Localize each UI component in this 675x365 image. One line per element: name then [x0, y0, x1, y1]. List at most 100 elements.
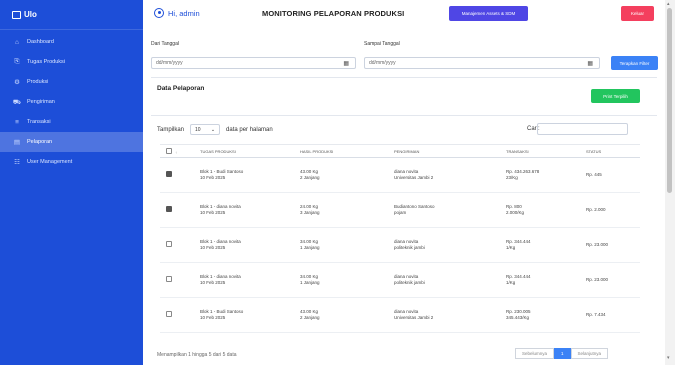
task-icon: ⎘: [14, 58, 20, 65]
brand-name: Ulo: [24, 10, 37, 19]
table-row: Blok 1 - diana novita 10 Feb 2025 34.00 K…: [160, 262, 640, 298]
transaction-cell: Rp. 800 2.000/Kg: [500, 192, 580, 228]
status-value: Rp. 23.000: [586, 277, 609, 283]
topbar: Hi, admin MONITORING PELAPORAN PRODUKSI …: [143, 0, 665, 28]
row-select-cell: [160, 227, 194, 263]
from-date-input[interactable]: dd/mm/yyyy ▦: [151, 57, 356, 69]
apply-filter-button[interactable]: Terapkan Filter: [611, 56, 658, 70]
assets-sdm-button[interactable]: Manajemen Assets & SDM: [449, 6, 528, 21]
task-cell: Blok 1 - Budi Santoso 10 Feb 2025: [194, 157, 294, 193]
result-cell: 24.00 Kg 3 Janjang: [294, 192, 388, 228]
scroll-up-icon[interactable]: ▴: [667, 1, 670, 7]
report-table: ↑ TUGAS PRODUKSI HASIL PRODUKSI PENGIRIM…: [160, 144, 640, 333]
sidebar-item-label: Pengiriman: [27, 99, 55, 105]
status-cell: Rp. 23.000: [580, 227, 640, 263]
greeting-text: Hi, admin: [168, 8, 200, 18]
task-date: 10 Feb 2025: [200, 280, 226, 285]
row-select-cell: [160, 262, 194, 298]
logout-button[interactable]: Keluar: [621, 6, 654, 21]
table-row: Blok 1 - Budi Santoso 10 Feb 2025 43.00 K…: [160, 157, 640, 193]
status-cell: Rp. 2.000: [580, 192, 640, 228]
table-row: Blok 1 - diana novita 10 Feb 2025 24.00 K…: [160, 192, 640, 228]
result-cell: 43.00 Kg 2 Janjang: [294, 157, 388, 193]
sidebar-item-label: Tugas Produksi: [27, 59, 66, 65]
per-page-label: data per halaman: [226, 126, 273, 133]
chevron-down-icon: ⌄: [210, 126, 216, 133]
shipment-destination: pojam: [394, 210, 407, 215]
report-icon: ▤: [13, 139, 21, 146]
row-checkbox[interactable]: [166, 311, 172, 318]
col-header-label: STATUS: [586, 148, 602, 154]
pagination: Sebelumnya 1 Selanjutnya: [515, 348, 609, 359]
divider: [151, 77, 657, 78]
shipment-destination: politeknik jambi: [394, 280, 425, 285]
user-icon: [154, 8, 164, 18]
row-select-cell: [160, 297, 194, 333]
col-header-status[interactable]: STATUS: [580, 144, 640, 158]
sidebar-item-pelaporan[interactable]: ▤ Pelaporan: [0, 132, 143, 152]
transaction-rate: 345.443/Kg: [506, 315, 530, 320]
row-checkbox[interactable]: [166, 171, 172, 178]
task-cell: Blok 1 - diana novita 10 Feb 2025: [194, 262, 294, 298]
sidebar-item-user-management[interactable]: ☷ User Management: [0, 152, 143, 172]
print-selected-button[interactable]: Print Terpilih: [591, 89, 640, 103]
col-header-label: PENGIRIMAN: [394, 148, 420, 154]
transaction-cell: Rp. 434.263.678 23/Kg: [500, 157, 580, 193]
col-header-label: HASIL PRODUKSI: [300, 148, 334, 154]
result-bunches: 2 Janjang: [300, 315, 320, 320]
sort-icon: ↑: [175, 149, 178, 155]
from-date-placeholder: dd/mm/yyyy: [156, 60, 183, 66]
shipment-destination: Universitas Jambi 2: [394, 315, 434, 320]
from-date-label: Dari Tanggal: [151, 41, 179, 47]
row-checkbox[interactable]: [166, 241, 172, 248]
col-header-result[interactable]: HASIL PRODUKSI: [294, 144, 388, 158]
task-date: 10 Feb 2025: [200, 175, 226, 180]
result-bunches: 3 Janjang: [300, 210, 320, 215]
shipment-cell: diana novita Universitas Jambi 2: [388, 157, 500, 193]
transaction-cell: Rp. 344.444 1/Kg: [500, 227, 580, 263]
table-header-row: ↑ TUGAS PRODUKSI HASIL PRODUKSI PENGIRIM…: [160, 144, 640, 158]
user-greeting[interactable]: Hi, admin: [154, 8, 200, 18]
brand[interactable]: Ulo: [0, 0, 143, 30]
scroll-down-icon[interactable]: ▾: [667, 355, 670, 361]
dashboard-icon: ⌂: [15, 38, 19, 46]
page-length-control: Tampilkan 10 ⌄ data per halaman: [157, 124, 273, 135]
shipment-cell: diana novita Universitas Jambi 2: [388, 297, 500, 333]
select-all-checkbox[interactable]: [166, 147, 172, 154]
sidebar-item-label: Transaksi: [27, 119, 51, 125]
transaction-rate: 1/Kg: [506, 245, 516, 250]
sidebar: Ulo ⌂ Dashboard ⎘ Tugas Produksi ⚙ Produ…: [0, 0, 143, 365]
page-1-button[interactable]: 1: [554, 348, 571, 359]
col-header-shipment[interactable]: PENGIRIMAN: [388, 144, 500, 158]
search-input[interactable]: [537, 123, 628, 135]
table-row: Blok 1 - diana novita 10 Feb 2025 34.00 K…: [160, 227, 640, 263]
page-scrollbar[interactable]: ▴ ▾: [665, 0, 675, 365]
show-label: Tampilkan: [157, 126, 185, 133]
calendar-icon[interactable]: ▦: [587, 60, 593, 67]
sidebar-item-transaksi[interactable]: ≡ Transaksi: [0, 112, 143, 132]
prev-page-button[interactable]: Sebelumnya: [515, 348, 555, 359]
col-header-task[interactable]: TUGAS PRODUKSI: [194, 144, 294, 158]
row-select-cell: [160, 192, 194, 228]
sidebar-item-produksi[interactable]: ⚙ Produksi: [0, 72, 143, 92]
status-value: Rp. 7.434: [586, 312, 606, 318]
shipment-cell: diana novita politeknik jambi: [388, 227, 500, 263]
sidebar-item-dashboard[interactable]: ⌂ Dashboard: [0, 32, 143, 52]
scroll-thumb[interactable]: [667, 8, 672, 193]
to-date-input[interactable]: dd/mm/yyyy ▦: [364, 57, 600, 69]
task-date: 10 Feb 2025: [200, 245, 226, 250]
row-checkbox[interactable]: [166, 276, 172, 283]
sidebar-item-pengiriman[interactable]: ⛟ Pengiriman: [0, 92, 143, 112]
next-page-button[interactable]: Selanjutnya: [570, 348, 609, 359]
status-value: Rp. 23.000: [586, 242, 609, 248]
sidebar-item-tugas-produksi[interactable]: ⎘ Tugas Produksi: [0, 52, 143, 72]
page-length-select[interactable]: 10 ⌄: [190, 124, 221, 135]
select-all-header[interactable]: ↑: [160, 144, 194, 158]
row-select-cell: [160, 157, 194, 193]
to-date-label: Sampai Tanggal: [364, 41, 400, 47]
sidebar-item-label: Dashboard: [27, 39, 54, 45]
row-checkbox[interactable]: [166, 206, 172, 213]
result-cell: 34.00 Kg 1 Janjang: [294, 262, 388, 298]
calendar-icon[interactable]: ▦: [343, 60, 349, 67]
col-header-transaction[interactable]: TRANSAKSI: [500, 144, 580, 158]
